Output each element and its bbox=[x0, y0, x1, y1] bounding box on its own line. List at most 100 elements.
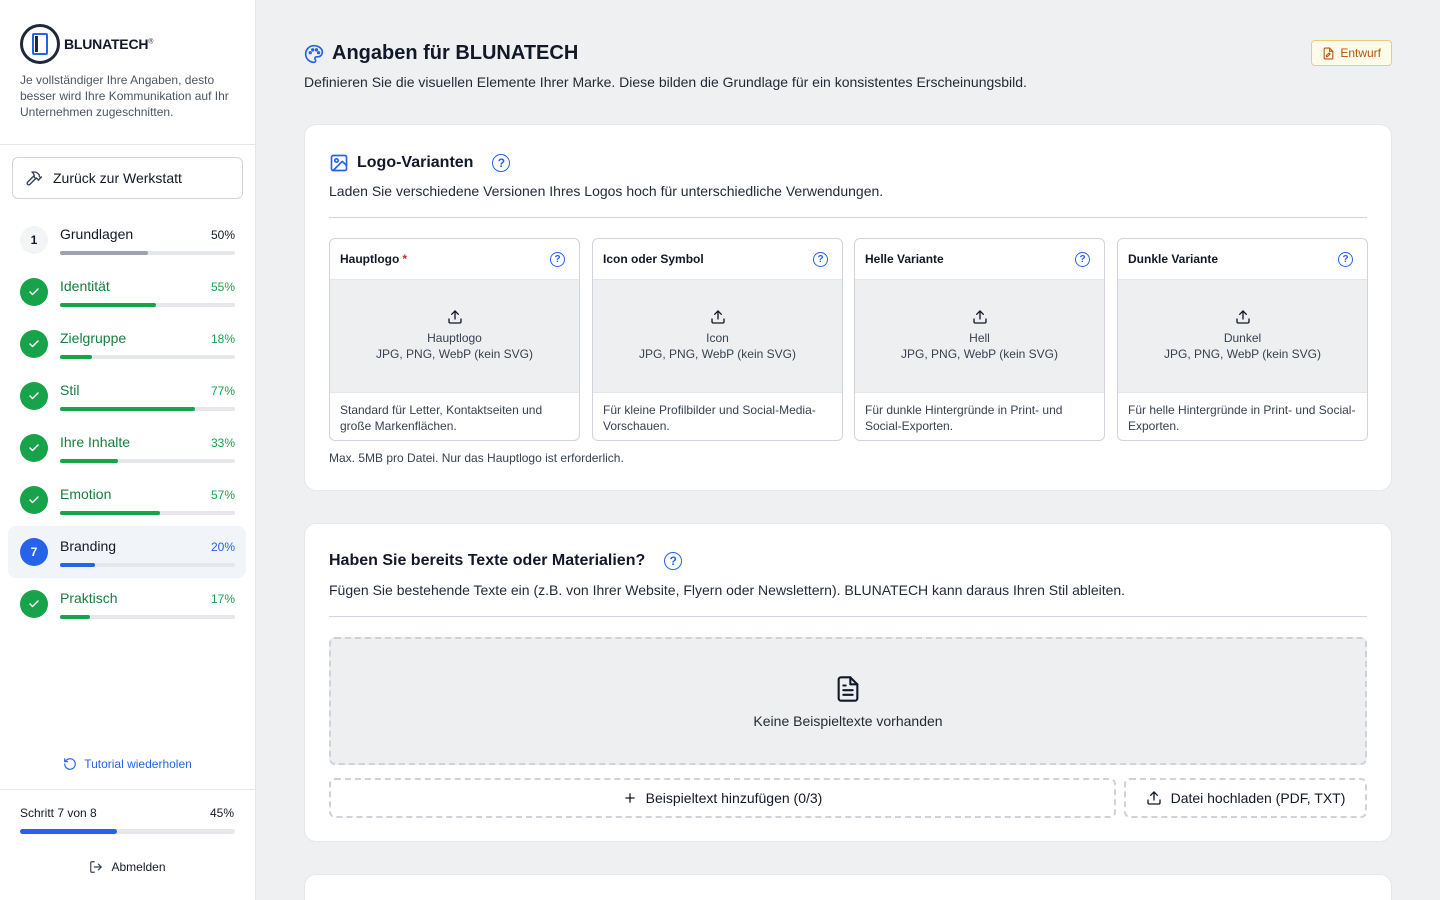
step-progress-fill bbox=[60, 251, 148, 255]
add-sample-text-button[interactable]: Beispieltext hinzufügen (0/3) bbox=[329, 778, 1116, 818]
sidebar-step-1[interactable]: 1 Grundlagen 50% bbox=[8, 214, 246, 266]
dropzone-title: Icon bbox=[706, 331, 729, 345]
step-percent: 17% bbox=[210, 592, 235, 606]
overall-progress-fill bbox=[20, 829, 117, 834]
step-progress-bar bbox=[60, 459, 235, 463]
brand-name: BLUNATECH® bbox=[64, 36, 154, 52]
sidebar-step-3[interactable]: Zielgruppe 18% bbox=[8, 318, 246, 370]
sidebar-step-4[interactable]: Stil 77% bbox=[8, 370, 246, 422]
logo-card-description: Laden Sie verschiedene Versionen Ihres L… bbox=[329, 183, 884, 199]
overall-progress-bar bbox=[20, 829, 235, 834]
logo-box-header: Dunkle Variante? bbox=[1118, 239, 1367, 280]
step-number-badge: 7 bbox=[20, 538, 48, 566]
logo-upload-box: Helle Variante? Hell JPG, PNG, WebP (kein … bbox=[854, 238, 1105, 441]
upload-icon bbox=[710, 310, 725, 324]
upload-icon bbox=[1235, 310, 1250, 324]
dropzone-title: Hauptlogo bbox=[427, 331, 482, 345]
empty-texts-label: Keine Beispieltexte vorhanden bbox=[753, 713, 943, 729]
upload-file-label: Datei hochladen (PDF, TXT) bbox=[1170, 790, 1346, 806]
hammer-icon bbox=[26, 171, 43, 186]
dropzone-formats: JPG, PNG, WebP (kein SVG) bbox=[639, 347, 796, 361]
upload-icon bbox=[447, 310, 462, 324]
logo-footnote: Max. 5MB pro Datei. Nur das Hauptlogo is… bbox=[329, 451, 624, 465]
sidebar-step-6[interactable]: Emotion 57% bbox=[8, 474, 246, 526]
step-progress-fill bbox=[60, 511, 160, 515]
sidebar-step-5[interactable]: Ihre Inhalte 33% bbox=[8, 422, 246, 474]
step-percent: 20% bbox=[210, 540, 235, 554]
status-badge: Entwurf bbox=[1311, 40, 1392, 66]
sample-texts-card: Haben Sie bereits Texte oder Materialien… bbox=[304, 523, 1392, 842]
back-to-workshop-button[interactable]: Zurück zur Werkstatt bbox=[12, 157, 243, 199]
empty-texts-placeholder: Keine Beispieltexte vorhanden bbox=[329, 637, 1367, 765]
help-icon[interactable]: ? bbox=[550, 251, 565, 267]
tutorial-label: Tutorial wiederholen bbox=[84, 757, 192, 771]
step-label: Branding bbox=[60, 538, 117, 554]
step-progress-bar bbox=[60, 407, 235, 411]
step-list: 1 Grundlagen 50% Identität 55% Zielgruppe 18% S… bbox=[8, 214, 246, 630]
help-icon[interactable]: ? bbox=[813, 251, 828, 267]
upload-icon bbox=[972, 310, 987, 324]
logo-card-title: Logo-Varianten bbox=[357, 154, 474, 171]
dropzone-formats: JPG, PNG, WebP (kein SVG) bbox=[376, 347, 533, 361]
texts-card-title: Haben Sie bereits Texte oder Materialien… bbox=[329, 552, 646, 569]
logo-variants-card: Logo-Varianten ? Laden Sie verschiedene … bbox=[304, 124, 1392, 491]
dropzone-title: Hell bbox=[969, 331, 990, 345]
logout-label: Abmelden bbox=[111, 860, 166, 874]
step-percent: 33% bbox=[210, 436, 235, 450]
logo-box-note: Für dunkle Hintergründe in Print- und So… bbox=[865, 403, 1063, 433]
rotate-ccw-icon bbox=[64, 758, 76, 770]
upload-icon bbox=[1146, 791, 1161, 805]
logo-box-header: Helle Variante? bbox=[855, 239, 1104, 280]
logo-box-note: Standard für Letter, Kontaktseiten und g… bbox=[340, 403, 543, 433]
help-icon[interactable]: ? bbox=[664, 552, 683, 570]
check-icon bbox=[20, 434, 48, 462]
logo-dropzone[interactable]: Hauptlogo JPG, PNG, WebP (kein SVG) bbox=[330, 280, 579, 393]
step-label: Identität bbox=[60, 278, 110, 294]
sidebar-step-8[interactable]: Praktisch 17% bbox=[8, 578, 246, 630]
brand-logo: BLUNATECH® bbox=[20, 24, 153, 64]
sidebar-step-7[interactable]: 7 Branding 20% bbox=[8, 526, 246, 578]
upload-file-button[interactable]: Datei hochladen (PDF, TXT) bbox=[1124, 778, 1367, 818]
logo-box-note: Für helle Hintergründe in Print- und Soc… bbox=[1128, 403, 1356, 433]
step-percent: 55% bbox=[210, 280, 235, 294]
plus-icon bbox=[624, 793, 635, 803]
logo-dropzone[interactable]: Hell JPG, PNG, WebP (kein SVG) bbox=[855, 280, 1104, 393]
step-number-badge: 1 bbox=[20, 226, 48, 254]
logo-dropzone[interactable]: Icon JPG, PNG, WebP (kein SVG) bbox=[593, 280, 842, 393]
step-progress-fill bbox=[60, 615, 90, 619]
check-icon bbox=[20, 382, 48, 410]
step-progress-bar bbox=[60, 615, 235, 619]
help-icon[interactable]: ? bbox=[1338, 251, 1353, 267]
help-icon[interactable]: ? bbox=[1075, 251, 1090, 267]
sidebar: BLUNATECH® Je vollständiger Ihre Angaben… bbox=[0, 0, 256, 900]
logo-box-header: Hauptlogo *? bbox=[330, 239, 579, 280]
image-icon bbox=[330, 154, 348, 172]
add-sample-text-label: Beispieltext hinzufügen (0/3) bbox=[645, 790, 823, 806]
page-subtitle: Definieren Sie die visuellen Elemente Ih… bbox=[304, 74, 1027, 90]
sidebar-intro: Je vollständiger Ihre Angaben, desto bes… bbox=[20, 73, 229, 119]
step-label: Stil bbox=[60, 382, 80, 398]
file-edit-icon bbox=[1323, 47, 1334, 59]
texts-card-description: Fügen Sie bestehende Texte ein (z.B. von… bbox=[329, 582, 1126, 598]
logo-card-header: Logo-Varianten ? bbox=[329, 153, 511, 173]
step-label: Zielgruppe bbox=[60, 330, 127, 346]
check-icon bbox=[20, 486, 48, 514]
logo-box-header: Icon oder Symbol? bbox=[593, 239, 842, 280]
overall-progress-percent: 45% bbox=[209, 806, 234, 820]
step-progress-fill bbox=[60, 355, 92, 359]
tutorial-repeat-link[interactable]: Tutorial wiederholen bbox=[0, 757, 255, 771]
step-progress-fill bbox=[60, 407, 195, 411]
logo-upload-box: Dunkle Variante? Dunkel JPG, PNG, WebP (ke… bbox=[1117, 238, 1368, 441]
logo-box-title: Hauptlogo * bbox=[340, 252, 407, 266]
logo-upload-box: Hauptlogo *? Hauptlogo JPG, PNG, WebP (kein… bbox=[329, 238, 580, 441]
logo-dropzone[interactable]: Dunkel JPG, PNG, WebP (kein SVG) bbox=[1118, 280, 1367, 393]
logo-box-note: Für kleine Profilbilder und Social-Media… bbox=[603, 403, 816, 433]
file-text-icon bbox=[837, 676, 859, 702]
page-header: Angaben für BLUNATECH bbox=[304, 42, 578, 65]
logo-box-title: Helle Variante bbox=[865, 252, 944, 266]
logout-button[interactable]: Abmelden bbox=[0, 860, 255, 874]
sidebar-step-2[interactable]: Identität 55% bbox=[8, 266, 246, 318]
dropzone-formats: JPG, PNG, WebP (kein SVG) bbox=[901, 347, 1058, 361]
help-icon[interactable]: ? bbox=[492, 154, 511, 172]
palette-icon bbox=[304, 44, 324, 63]
